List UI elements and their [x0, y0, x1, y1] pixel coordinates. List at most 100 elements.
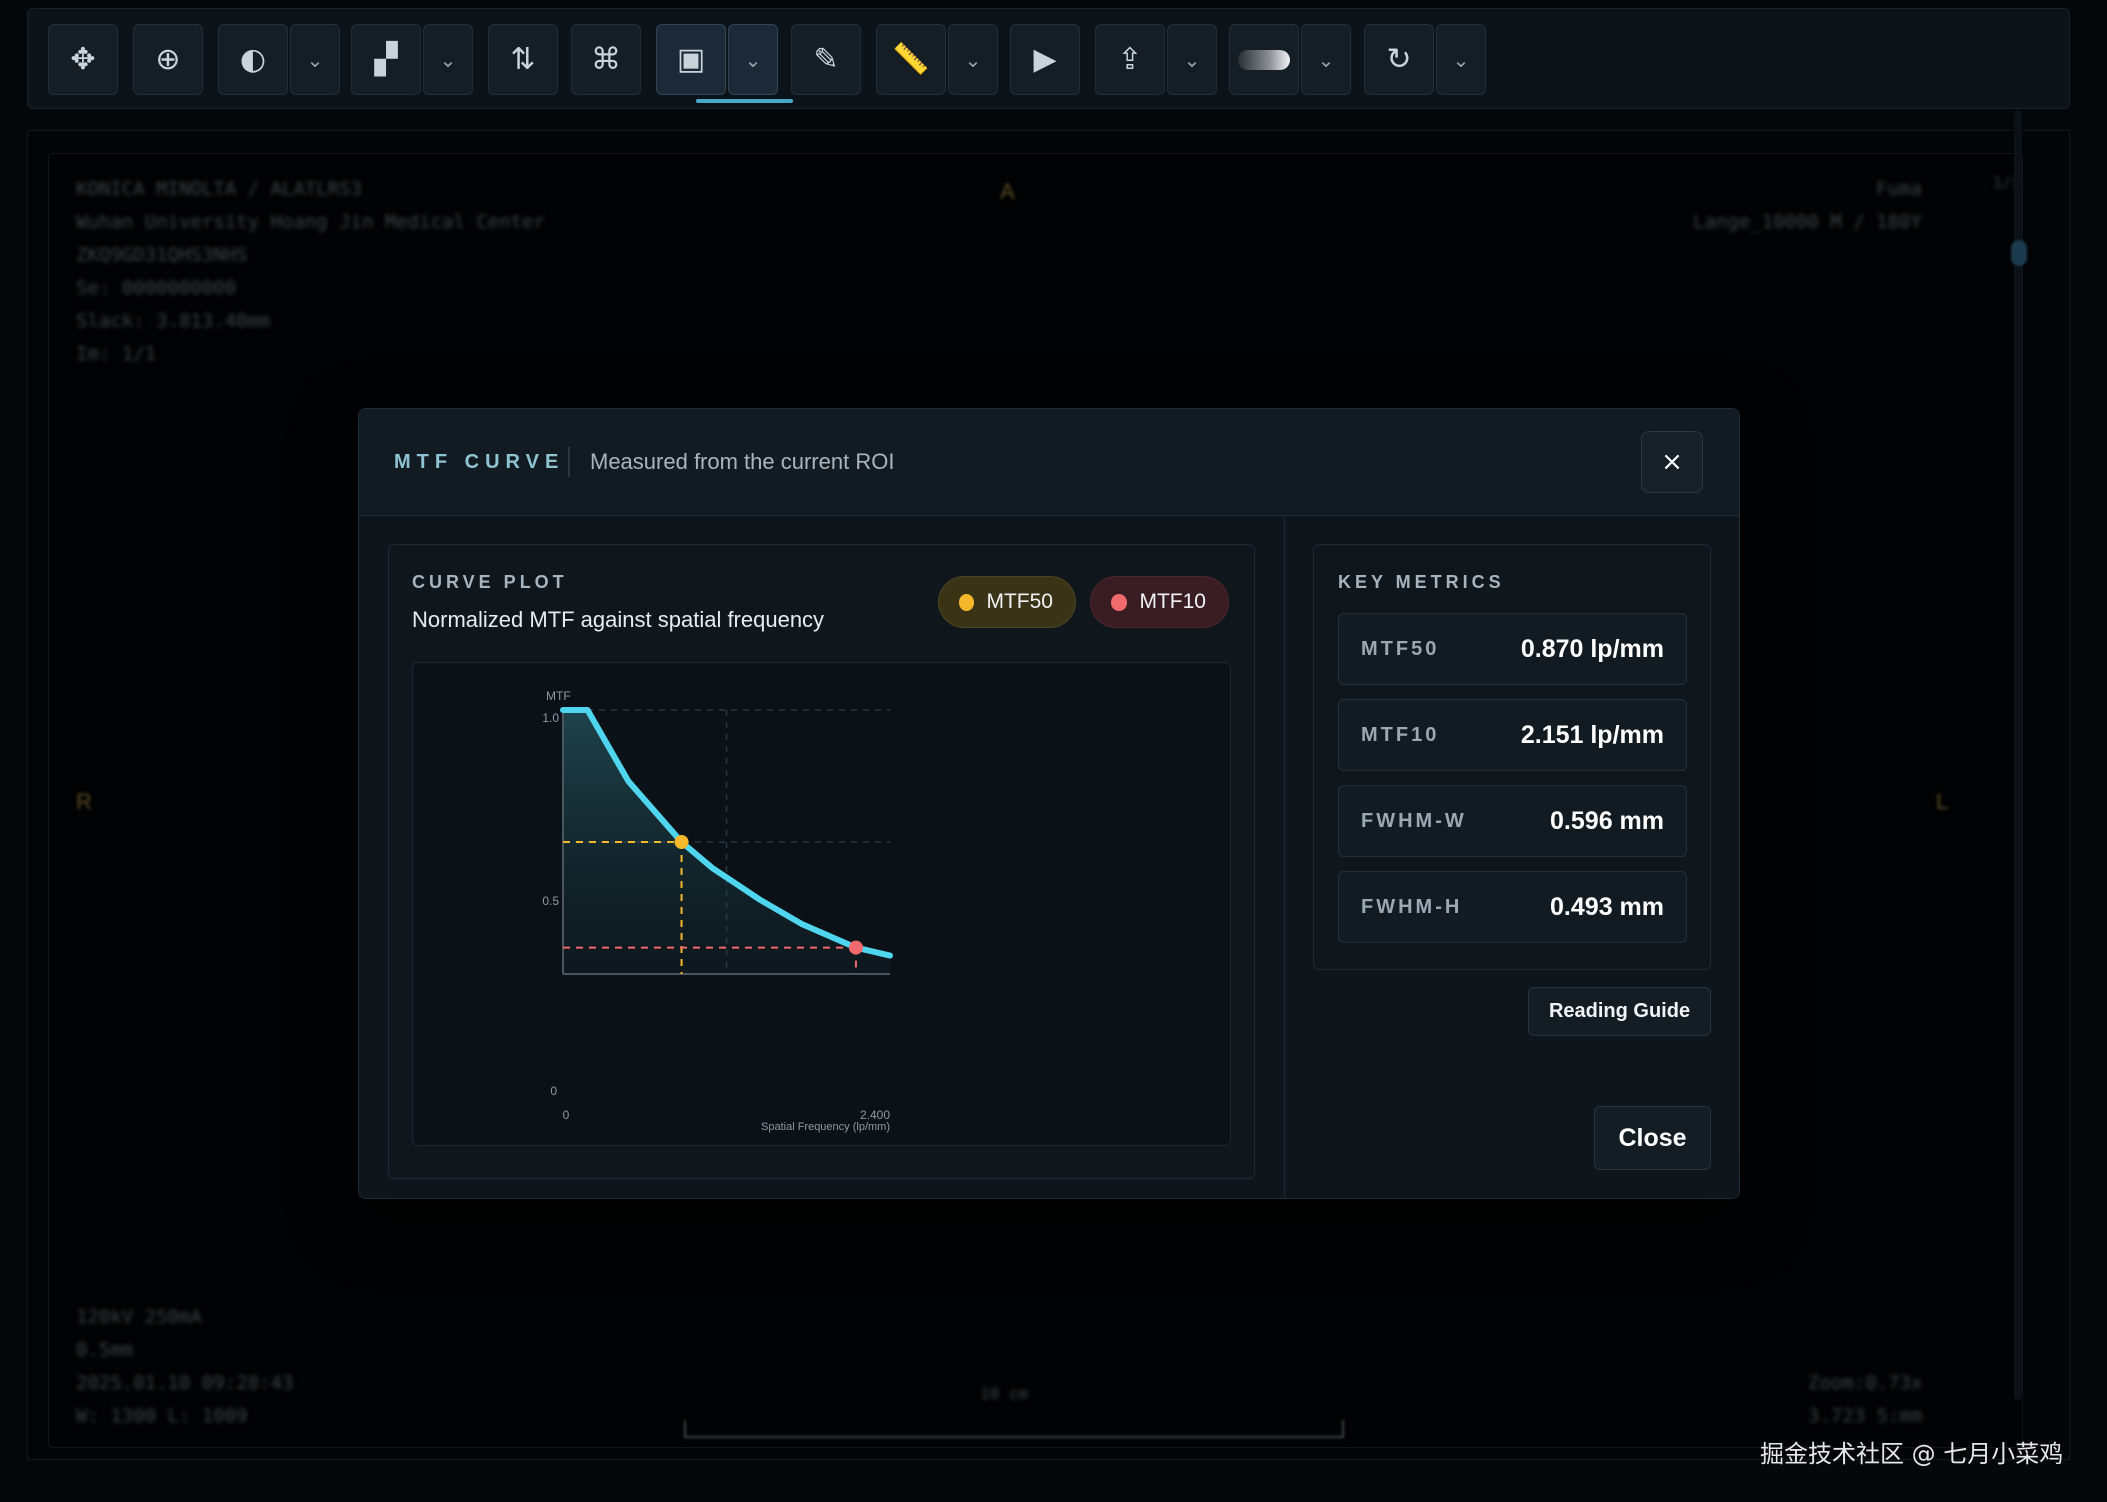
curve-plot-description: Normalized MTF against spatial frequency — [412, 607, 825, 632]
layout-button-group: ▞ ⌄ — [351, 24, 473, 95]
metric-value: 0.493 mm — [1550, 893, 1664, 921]
curve-plot-label: CURVE PLOT — [412, 572, 568, 592]
curve-plot-panel: CURVE PLOT Normalized MTF against spatia… — [388, 544, 1255, 1179]
y-axis-label: MTF — [546, 689, 571, 703]
zoom-button-group: ⊕ — [133, 24, 203, 95]
measure-button-dropdown[interactable]: ⌄ — [948, 24, 998, 95]
invert-button-dropdown[interactable]: ⌄ — [1301, 24, 1351, 95]
panel-divider — [1284, 516, 1285, 1199]
window-level-button[interactable]: ◐ — [218, 24, 288, 95]
reading-guide-button[interactable]: Reading Guide — [1528, 987, 1711, 1036]
zoom-button[interactable]: ⊕ — [133, 24, 203, 95]
chart-icon: ▣ — [676, 42, 706, 77]
chevron-down-icon: ⌄ — [964, 47, 982, 72]
chevron-down-icon: ⌄ — [1317, 47, 1335, 72]
mtf50-dot-icon — [959, 593, 975, 611]
tag-button-group: ⌘ — [571, 24, 641, 95]
chevron-down-icon: ⌄ — [1452, 47, 1470, 72]
metric-label: MTF50 — [1361, 638, 1440, 660]
scroll-button[interactable]: ⇅ — [488, 24, 558, 95]
toolbar: ✥ ⊕ ◐ ⌄ ▞ ⌄ ⇅ ⌘ ▣ ⌄ ✎ 📏 ⌄ ▶ ⇪ ⌄ ⌄ ↻ ⌄ — [27, 8, 2070, 109]
y-tick-label: 0 — [550, 1084, 557, 1098]
export-button-group: ⇪ ⌄ — [1095, 24, 1217, 95]
mtf-button-group: ▣ ⌄ — [656, 24, 778, 95]
invert-button[interactable] — [1229, 24, 1299, 95]
measure-button[interactable]: 📏 — [876, 24, 946, 95]
play-icon: ▶ — [1033, 42, 1057, 77]
measure-button-group: 📏 ⌄ — [876, 24, 998, 95]
mtf-button[interactable]: ▣ — [656, 24, 726, 95]
cine-button[interactable]: ▶ — [1010, 24, 1080, 95]
active-tool-indicator — [696, 99, 793, 103]
reset-button[interactable]: ↻ — [1364, 24, 1434, 95]
dialog-title: MTF CURVE — [394, 451, 565, 473]
close-icon: × — [1661, 447, 1683, 477]
close-button[interactable]: Close — [1594, 1106, 1711, 1170]
cine-button-group: ▶ — [1010, 24, 1080, 95]
sort-arrows-icon: ⇅ — [510, 42, 536, 77]
reset-button-dropdown[interactable]: ⌄ — [1436, 24, 1486, 95]
metric-fwhm-w: FWHM-W 0.596 mm — [1338, 785, 1687, 857]
header-divider — [568, 447, 570, 477]
pan-button[interactable]: ✥ — [48, 24, 118, 95]
mtf-chart: MTF 1.0 0.5 0 0 2.400 Spatial Frequency (lp/mm… — [412, 662, 1231, 1146]
close-icon-button[interactable]: × — [1641, 431, 1703, 493]
tag-button[interactable]: ⌘ — [571, 24, 641, 95]
export-button[interactable]: ⇪ — [1095, 24, 1165, 95]
dialog-subtitle: Measured from the current ROI — [590, 449, 895, 474]
viewport-scrollbar[interactable] — [2014, 110, 2022, 1400]
dialog-header: MTF CURVE Measured from the current ROI … — [359, 409, 1739, 516]
metric-mtf10: MTF10 2.151 lp/mm — [1338, 699, 1687, 771]
marker-point-mtf50 — [674, 835, 689, 849]
app-root: ✥ ⊕ ◐ ⌄ ▞ ⌄ ⇅ ⌘ ▣ ⌄ ✎ 📏 ⌄ ▶ ⇪ ⌄ ⌄ ↻ ⌄ KONICA MINOLTA / ALA… — [0, 0, 2107, 1502]
share-icon: ⇪ — [1117, 42, 1143, 77]
legend-chip-mtf10[interactable]: MTF10 — [1090, 576, 1229, 628]
legend-chip-mtf50[interactable]: MTF50 — [938, 576, 1076, 628]
pencil-icon: ✎ — [813, 42, 839, 77]
watermark: 掘金技术社区 @ 七月小菜鸡 — [1760, 1440, 2064, 1468]
x-axis-label: Spatial Frequency (lp/mm) — [761, 1121, 890, 1133]
export-button-dropdown[interactable]: ⌄ — [1167, 24, 1217, 95]
x-tick-label: 2.400 — [860, 1108, 890, 1122]
window-level-button-dropdown[interactable]: ⌄ — [290, 24, 340, 95]
mtf-chart-svg: MTF 1.0 0.5 00 2.400Spatial Frequency (lp/mm… — [542, 689, 893, 1133]
orientation-top: A — [1000, 179, 1015, 204]
scale-ruler — [684, 1420, 1344, 1438]
overlay-bottom-right: Zoom:0.73x 3.723 5:mm — [1808, 1372, 1923, 1427]
mtf-dialog: MTF CURVE Measured from the current ROI … — [358, 408, 1740, 1199]
mtf-button-dropdown[interactable]: ⌄ — [728, 24, 778, 95]
layout-button[interactable]: ▞ — [351, 24, 421, 95]
metric-value: 2.151 lp/mm — [1520, 721, 1664, 749]
reset-button-group: ↻ ⌄ — [1364, 24, 1486, 95]
annotate-button[interactable]: ✎ — [791, 24, 861, 95]
mtf10-dot-icon — [1111, 593, 1128, 611]
metric-mtf50: MTF50 0.870 lp/mm — [1338, 613, 1687, 685]
legend-chip-label: MTF10 — [1139, 590, 1206, 613]
gradient-toggle-icon — [1238, 49, 1290, 70]
marker-point-mtf10 — [848, 940, 863, 955]
metric-fwhm-h: FWHM-H 0.493 mm — [1338, 871, 1687, 943]
pan-button-group: ✥ — [48, 24, 118, 95]
annotate-button-group: ✎ — [791, 24, 861, 95]
y-tick-label: 1.0 — [542, 711, 559, 725]
metric-label: MTF10 — [1361, 724, 1440, 746]
legend-chip-label: MTF50 — [986, 590, 1053, 613]
zoom-in-icon: ⊕ — [155, 42, 181, 77]
overlay-bottom-left: 120kV 250mA 0.5mm 2025.01.10 09:28:43 W:… — [76, 1306, 294, 1427]
layout-icon: ▞ — [374, 42, 398, 77]
orientation-right: L — [1936, 789, 1949, 814]
layout-button-dropdown[interactable]: ⌄ — [423, 24, 473, 95]
chevron-down-icon: ⌄ — [439, 47, 457, 72]
tag-icon: ⌘ — [591, 42, 621, 77]
chevron-down-icon: ⌄ — [1183, 47, 1201, 72]
metric-label: FWHM-W — [1361, 810, 1467, 832]
overlay-top-right: Fuma Lange_10000 M / 180Y — [1693, 178, 1922, 233]
invert-button-group: ⌄ — [1229, 24, 1351, 95]
viewport-scroll-thumb[interactable] — [2011, 240, 2027, 266]
orientation-left: R — [76, 789, 92, 814]
key-metrics-label: KEY METRICS — [1338, 572, 1505, 592]
chevron-down-icon: ⌄ — [306, 47, 324, 72]
scroll-button-group: ⇅ — [488, 24, 558, 95]
x-tick-label: 0 — [563, 1108, 570, 1122]
metric-label: FWHM-H — [1361, 896, 1463, 918]
